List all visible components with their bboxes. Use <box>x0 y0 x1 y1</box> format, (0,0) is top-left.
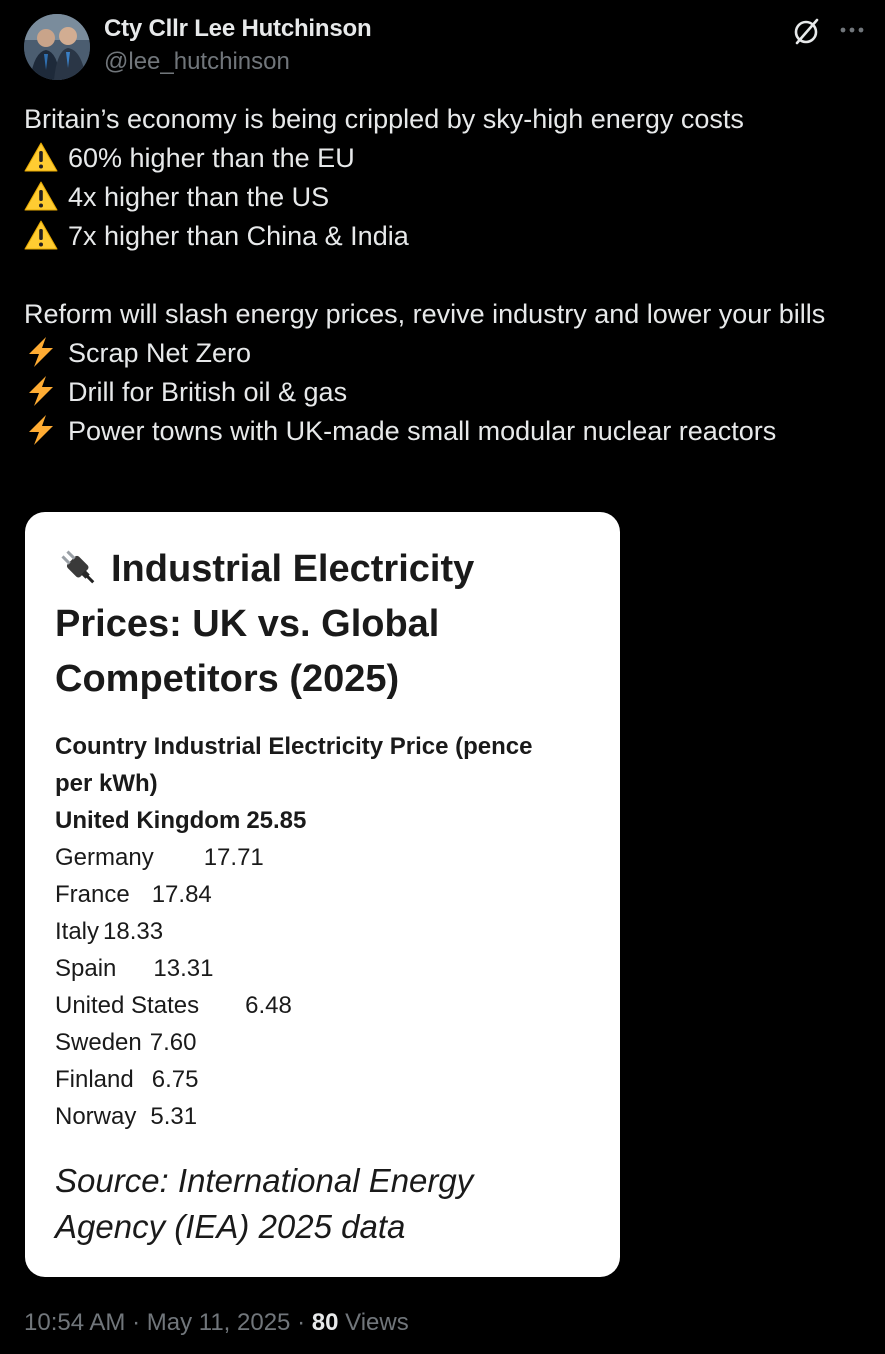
tweet-time[interactable]: 10:54 AM <box>24 1309 125 1336</box>
more-options-icon[interactable] <box>836 14 868 46</box>
row-price: 7.60 <box>149 1029 197 1056</box>
author-display-name[interactable]: Cty Cllr Lee Hutchinson <box>104 15 372 43</box>
image-title-line: Prices: UK vs. Global <box>55 603 440 645</box>
tweet-text: Britain’s economy is being crippled by s… <box>24 100 864 451</box>
row-price: 6.75 <box>151 1066 199 1093</box>
warning-icon <box>24 181 58 211</box>
row-price: 17.71 <box>203 844 264 871</box>
separator: · <box>297 1309 306 1336</box>
header-country: Country <box>55 733 147 760</box>
row-country: Germany <box>55 844 154 871</box>
row-country: Norway <box>55 1103 137 1130</box>
author-handle[interactable]: @lee_hutchinson <box>104 48 290 76</box>
row-price: 25.85 <box>246 807 307 834</box>
source-line: Source: International Energy <box>55 1162 474 1199</box>
warning-line: 60% higher than the EU <box>24 139 864 178</box>
table-header: Country Industrial Electricity Price (pe… <box>55 728 595 765</box>
row-price: 18.33 <box>103 918 164 945</box>
table-row: Sweden 7.60 <box>55 1024 595 1061</box>
source-line: Agency (IEA) 2025 data <box>55 1208 406 1245</box>
grok-icon[interactable] <box>790 15 822 47</box>
price-table: Country Industrial Electricity Price (pe… <box>55 728 595 1135</box>
row-price: 5.31 <box>150 1103 198 1130</box>
table-row: Spain 13.31 <box>55 950 595 987</box>
row-country: France <box>55 881 130 908</box>
row-country: United States <box>55 992 200 1019</box>
warning-icon <box>24 142 58 172</box>
views-count: 80 <box>311 1309 339 1336</box>
table-row: Italy 18.33 <box>55 913 595 950</box>
separator: · <box>132 1309 141 1336</box>
image-source: Source: International Energy Agency (IEA… <box>55 1158 595 1250</box>
tweet-date[interactable]: May 11, 2025 <box>147 1309 291 1336</box>
row-country: Italy <box>55 918 100 945</box>
views-label: Views <box>345 1309 409 1336</box>
warning-text: 60% higher than the EU <box>68 143 355 173</box>
row-price: 6.48 <box>245 992 292 1019</box>
warning-text: 4x higher than the US <box>68 182 330 212</box>
high-voltage-icon <box>29 337 53 367</box>
action-text: Power towns with UK-made small modular n… <box>68 416 777 446</box>
row-country: Finland <box>55 1066 134 1093</box>
image-title: Industrial Electricity Prices: UK vs. Gl… <box>55 542 595 707</box>
tweet-intro: Britain’s economy is being crippled by s… <box>24 104 744 134</box>
image-title-line: Industrial Electricity <box>55 542 595 597</box>
action-text: Scrap Net Zero <box>68 338 252 368</box>
attached-image[interactable]: Industrial Electricity Prices: UK vs. Gl… <box>25 512 620 1277</box>
header-price: Industrial Electricity Price (pence <box>153 733 533 760</box>
row-country: Spain <box>55 955 117 982</box>
action-line: Power towns with UK-made small modular n… <box>24 412 864 451</box>
warning-icon <box>24 220 58 250</box>
table-row: France 17.84 <box>55 876 595 913</box>
high-voltage-icon <box>29 376 53 406</box>
avatar-photo <box>24 14 90 80</box>
warning-text: 7x higher than China & India <box>68 221 409 251</box>
table-row: Germany 17.71 <box>55 839 595 876</box>
avatar[interactable] <box>24 14 90 80</box>
warning-line: 4x higher than the US <box>24 178 864 217</box>
table-row: Finland 6.75 <box>55 1061 595 1098</box>
image-title-line: Competitors (2025) <box>55 658 400 700</box>
tweet-metadata: 10:54 AM · May 11, 2025 · 80 Views <box>24 1309 409 1337</box>
row-country: Sweden <box>55 1029 142 1056</box>
table-row: United States 6.48 <box>55 987 595 1024</box>
action-line: Drill for British oil & gas <box>24 373 864 412</box>
tweet-pledge: Reform will slash energy prices, revive … <box>24 299 826 329</box>
row-price: 17.84 <box>151 881 212 908</box>
action-line: Scrap Net Zero <box>24 334 864 373</box>
electric-plug-icon <box>61 550 95 584</box>
row-country: United Kingdom <box>55 807 241 834</box>
high-voltage-icon <box>29 415 53 445</box>
image-title-text: Industrial Electricity <box>111 548 475 590</box>
table-header-cont: per kWh) <box>55 770 158 797</box>
table-row: United Kingdom 25.85 <box>55 802 595 839</box>
table-row: Norway 5.31 <box>55 1098 595 1135</box>
action-text: Drill for British oil & gas <box>68 377 348 407</box>
tweet-header: Cty Cllr Lee Hutchinson @lee_hutchinson <box>0 0 885 90</box>
row-price: 13.31 <box>153 955 214 982</box>
warning-line: 7x higher than China & India <box>24 217 864 256</box>
